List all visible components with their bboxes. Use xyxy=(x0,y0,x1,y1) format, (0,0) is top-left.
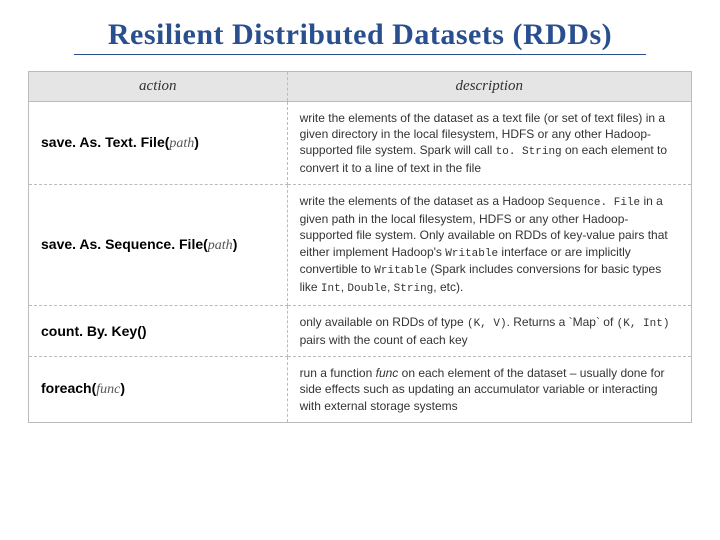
action-cell: save. As. Sequence. File(path) xyxy=(29,185,288,306)
table-row: count. By. Key()only available on RDDs o… xyxy=(29,306,692,357)
action-name: save. As. Sequence. File xyxy=(41,236,203,252)
table-row: save. As. Sequence. File(path)write the … xyxy=(29,185,692,306)
action-name: foreach xyxy=(41,380,92,396)
inline-code: Double xyxy=(347,283,387,295)
inline-code: (K, V) xyxy=(467,318,507,330)
description-cell: write the elements of the dataset as a t… xyxy=(287,102,691,185)
description-cell: only available on RDDs of type (K, V). R… xyxy=(287,306,691,357)
action-cell: foreach(func) xyxy=(29,357,288,423)
title-underline xyxy=(74,54,645,55)
slide: Resilient Distributed Datasets (RDDs) ac… xyxy=(0,0,720,540)
action-name: save. As. Text. File xyxy=(41,134,165,150)
page-title: Resilient Distributed Datasets (RDDs) xyxy=(28,18,692,52)
description-cell: run a function func on each element of t… xyxy=(287,357,691,423)
action-param: path xyxy=(169,136,194,151)
table-row: save. As. Text. File(path)write the elem… xyxy=(29,102,692,185)
table-row: foreach(func)run a function func on each… xyxy=(29,357,692,423)
inline-italic: func xyxy=(376,366,399,380)
inline-code: Writable xyxy=(445,248,498,260)
action-param: func xyxy=(96,382,120,397)
action-param: path xyxy=(208,238,233,253)
inline-code: (K, Int) xyxy=(617,318,670,330)
table-header-row: action description xyxy=(29,72,692,102)
header-description: description xyxy=(287,72,691,102)
action-cell: save. As. Text. File(path) xyxy=(29,102,288,185)
inline-code: Int xyxy=(321,283,341,295)
description-cell: write the elements of the dataset as a H… xyxy=(287,185,691,306)
inline-code: to. String xyxy=(496,146,562,158)
inline-code: String xyxy=(394,283,434,295)
actions-table: action description save. As. Text. File(… xyxy=(28,71,692,423)
inline-code: Writable xyxy=(374,265,427,277)
inline-code: Sequence. File xyxy=(548,197,640,209)
header-action: action xyxy=(29,72,288,102)
action-cell: count. By. Key() xyxy=(29,306,288,357)
action-name: count. By. Key xyxy=(41,323,137,339)
